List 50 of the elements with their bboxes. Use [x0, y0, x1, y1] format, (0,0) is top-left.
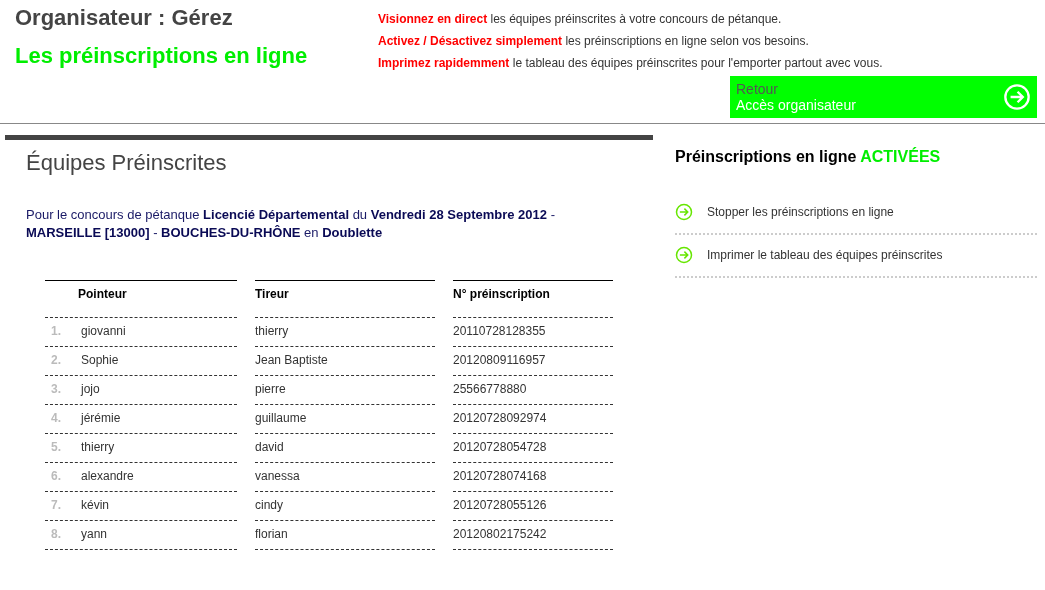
- row-number: 4.: [50, 410, 62, 427]
- column-header: Tireur: [255, 280, 435, 318]
- row-number: 1.: [50, 323, 62, 340]
- back-button[interactable]: Retour Accès organisateur: [730, 76, 1037, 118]
- table-cell-text: vanessa: [255, 468, 300, 485]
- arrow-circle-icon: [675, 202, 693, 221]
- table-cell-text: jojo: [81, 381, 100, 398]
- feature-text: Activez / Désactivez simplement les préinscriptions en ligne selon vos besoins.: [378, 33, 810, 50]
- feature-text: Imprimez rapidemment le tableau des équipes préinscrites pour l'emporter partout avec vous.: [378, 55, 884, 72]
- arrow-circle-icon: [675, 245, 693, 264]
- table-cell-text: guillaume: [255, 410, 307, 427]
- table-cell-text: 20120728074168: [453, 468, 547, 485]
- table-cell-text: 20120728054728: [453, 439, 547, 456]
- row-number: 2.: [50, 352, 62, 369]
- arrow-circle-icon: [1003, 83, 1031, 111]
- status-label: ACTIVÉES: [860, 148, 941, 165]
- table-cell-text: 20120728055126: [453, 497, 547, 514]
- column-header: Pointeur: [45, 280, 237, 318]
- table-cell-text: alexandre: [81, 468, 134, 485]
- table-cell-text: Sophie: [81, 352, 119, 369]
- section-title: Équipes Préinscrites: [26, 150, 228, 176]
- table-cell-text: 20120802175242: [453, 526, 547, 543]
- row-number: 7.: [50, 497, 62, 514]
- table-cell-text: thierry: [81, 439, 115, 456]
- table-cell-text: yann: [81, 526, 108, 543]
- status-title: Préinscriptions en ligne: [675, 148, 857, 165]
- table-cell-text: 25566778880: [453, 381, 527, 398]
- column-header: N° préinscription: [453, 280, 613, 318]
- row-number: 6.: [50, 468, 62, 485]
- table-cell-text: florian: [255, 526, 288, 543]
- table-cell-text: david: [255, 439, 284, 456]
- table-cell-text: thierry: [255, 323, 289, 340]
- row-number: 5.: [50, 439, 62, 456]
- feature-text: Visionnez en direct les équipes préinscrites à votre concours de pétanque.: [378, 11, 783, 28]
- table-cell-text: giovanni: [81, 323, 126, 340]
- page-subtitle: Les préinscriptions en ligne: [15, 43, 309, 69]
- row-number: 3.: [50, 381, 62, 398]
- row-number: 8.: [50, 526, 62, 543]
- table-cell-text: 20120809116957: [453, 352, 546, 369]
- table-cell-text: kévin: [81, 497, 109, 514]
- table-cell-text: cindy: [255, 497, 283, 514]
- table-cell-text: 20110728128355: [453, 323, 546, 340]
- action-link[interactable]: Stopper les préinscriptions en ligne: [707, 204, 894, 219]
- table-cell-text: Jean Baptiste: [255, 352, 328, 369]
- table-cell-text: pierre: [255, 381, 286, 398]
- contest-description: Pour le concours de pétanque Licencié Départemental du Vendredi 28 Septembre 2012 - MARSEILLE [13000] - BOUCHES-DU-RHÔNE en Doublette: [26, 206, 556, 242]
- page-title: Organisateur : Gérez: [15, 5, 234, 31]
- table-cell-text: jérémie: [81, 410, 121, 427]
- action-link[interactable]: Imprimer le tableau des équipes préinscrites: [707, 247, 943, 262]
- table-cell-text: 20120728092974: [453, 410, 547, 427]
